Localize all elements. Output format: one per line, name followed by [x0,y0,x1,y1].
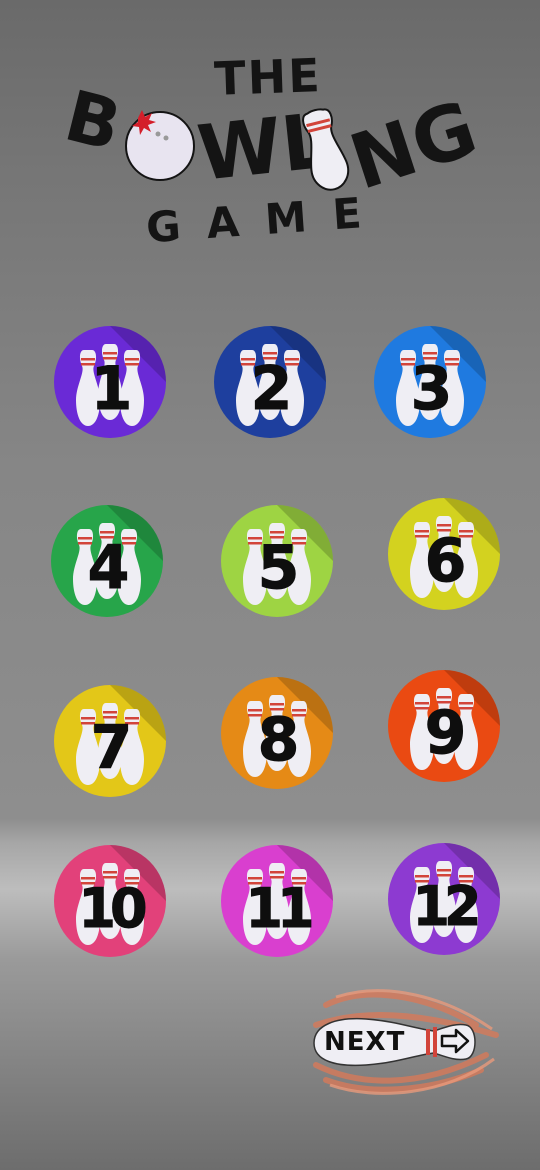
level-8-button[interactable]: 8 [221,677,333,789]
level-11-button[interactable]: 11 [221,845,333,957]
game-title: THE B WL NG GAME [0,0,540,270]
level-number: 4 [87,533,130,604]
level-number: 12 [412,874,482,938]
level-4-button[interactable]: 4 [51,505,163,617]
level-10-button[interactable]: 10 [54,845,166,957]
level-number: 1 [90,354,133,425]
level-3-button[interactable]: 3 [374,326,486,438]
title-bowling: B WL NG [58,80,478,200]
level-7-button[interactable]: 7 [54,685,166,797]
level-number: 9 [424,698,467,769]
level-number: 10 [78,876,148,940]
level-6-button[interactable]: 6 [388,498,500,610]
level-number: 3 [410,354,453,425]
title-letter-b: B [58,80,129,167]
bowling-ball-icon [125,110,195,181]
level-number: 7 [90,713,133,784]
level-12-button[interactable]: 12 [388,843,500,955]
level-2-button[interactable]: 2 [214,326,326,438]
title-letters-ng: NG [340,83,478,200]
next-button[interactable]: NEXT [306,985,506,1095]
level-9-button[interactable]: 9 [388,670,500,782]
level-number: 11 [245,876,315,940]
level-number: 5 [257,533,300,604]
level-1-button[interactable]: 1 [54,326,166,438]
level-number: 8 [257,705,300,776]
level-number: 6 [424,526,467,597]
level-5-button[interactable]: 5 [221,505,333,617]
level-number: 2 [250,354,293,425]
next-label: NEXT [324,1027,406,1057]
